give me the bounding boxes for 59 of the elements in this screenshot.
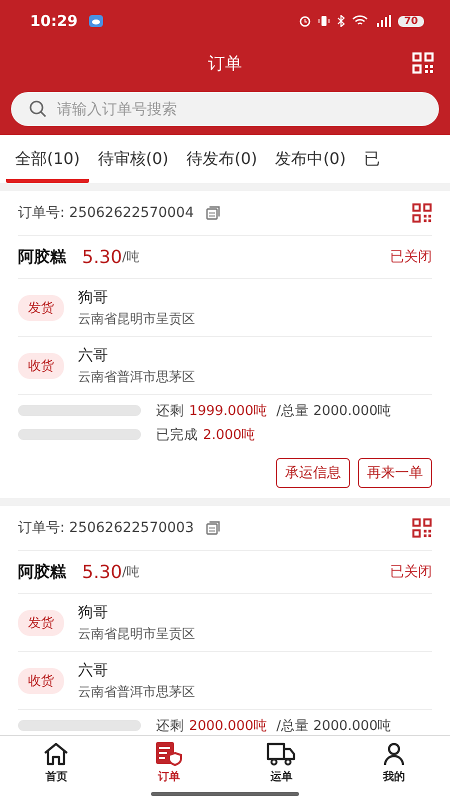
progress-value: 2000.000吨: [189, 716, 268, 734]
action-button[interactable]: 再来一单: [358, 458, 432, 488]
copy-icon[interactable]: [206, 206, 220, 220]
contact-name: 狗哥: [78, 602, 109, 622]
party-tag: 发货: [18, 610, 64, 636]
progress-label: 还剩: [156, 402, 184, 420]
price-unit: /吨: [122, 564, 140, 581]
search-field[interactable]: 请输入订单号搜索: [11, 92, 439, 126]
address: 云南省昆明市呈贡区: [78, 626, 195, 642]
copy-icon[interactable]: [206, 521, 220, 535]
product-name: 阿胶糕: [18, 562, 66, 582]
weather-icon: [88, 15, 103, 27]
party-tag: 收货: [18, 352, 64, 378]
price-unit: /吨: [122, 249, 140, 266]
qr-code-icon[interactable]: [412, 52, 434, 74]
page-title: 订单: [208, 52, 242, 74]
order-status: 已关闭: [390, 563, 432, 581]
alarm-icon: [299, 15, 312, 27]
wifi-icon: [352, 15, 368, 27]
vibrate-icon: [318, 15, 330, 27]
address: 云南省昆明市呈贡区: [78, 310, 195, 328]
qr-code-icon[interactable]: [412, 203, 432, 223]
progress-label: 已完成: [156, 426, 198, 444]
total-amount: /总量 2000.000吨: [276, 402, 392, 420]
home-icon: [43, 742, 70, 766]
price: 5.30: [82, 246, 122, 268]
address: 云南省普洱市思茅区: [78, 368, 195, 386]
order-number: 订单号: 25062622570003: [18, 519, 194, 537]
party-tag: 收货: [18, 668, 64, 694]
person-icon: [382, 742, 406, 766]
contact-name: 狗哥: [78, 288, 109, 306]
progress-value: 1999.000吨: [189, 402, 268, 420]
signal-icon: [375, 15, 392, 27]
filter-tab[interactable]: 已: [354, 135, 389, 183]
progress-label: 还剩: [156, 716, 184, 734]
filter-tab[interactable]: 待发布(0): [178, 135, 266, 183]
action-button[interactable]: 承运信息: [276, 458, 350, 488]
truck-icon: [266, 742, 296, 766]
document-shield-icon: [154, 742, 183, 766]
qr-code-icon[interactable]: [412, 518, 432, 538]
price: 5.30: [82, 562, 122, 582]
contact-name: 六哥: [78, 346, 109, 364]
filter-tab[interactable]: 发布中(0): [266, 135, 355, 183]
total-amount: /总量 2000.000吨: [276, 716, 392, 734]
order-status: 已关闭: [390, 248, 432, 266]
order-number: 订单号: 25062622570004: [18, 204, 194, 222]
status-time: 10:29: [30, 12, 78, 30]
nav-tab[interactable]: 运单: [225, 736, 338, 800]
bluetooth-icon: [337, 15, 346, 27]
contact-name: 六哥: [78, 660, 109, 680]
filter-tab[interactable]: 待审核(0): [88, 135, 178, 183]
address: 云南省普洱市思茅区: [78, 684, 195, 700]
battery-indicator: 70: [398, 16, 424, 26]
progress-value: 2.000吨: [203, 426, 256, 444]
search-icon: [29, 100, 47, 118]
party-tag: 发货: [18, 294, 64, 320]
product-name: 阿胶糕: [18, 246, 66, 268]
nav-tab[interactable]: 我的: [338, 736, 450, 800]
nav-tab[interactable]: 首页: [0, 736, 112, 800]
